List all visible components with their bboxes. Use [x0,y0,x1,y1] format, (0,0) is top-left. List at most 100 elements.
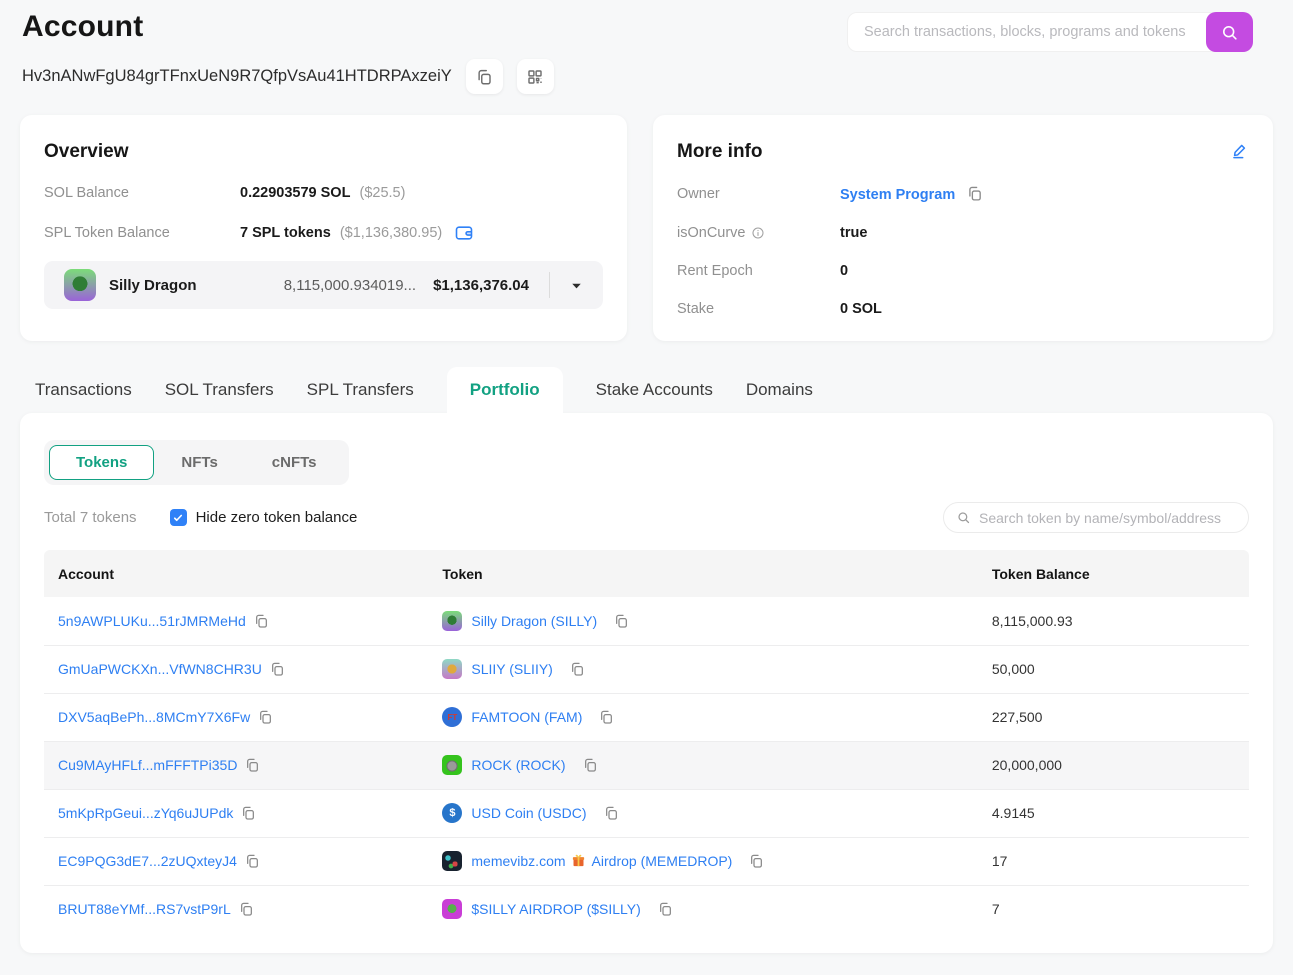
wallet-button[interactable] [454,223,474,243]
header: Account [0,0,1293,52]
table-row: 5mKpRpGeui...zYq6uJUPdk USD Coin (USDC) … [44,788,1249,837]
global-search [847,12,1253,52]
edit-button[interactable] [1230,141,1249,163]
token-link[interactable]: FAMTOON (FAM) [471,709,582,725]
is-on-curve-row: isOnCurve true [677,225,1249,241]
sliiy-token-icon [442,659,463,679]
token-link[interactable]: ROCK (ROCK) [471,757,565,773]
global-search-button[interactable] [1206,12,1253,52]
copy-token-button[interactable] [657,901,673,917]
copy-token-button[interactable] [603,805,619,821]
header-account: Account [44,550,429,597]
sol-balance-usd: ($25.5) [359,185,406,201]
silly-dragon-token-icon [442,610,463,631]
rent-epoch-value: 0 [840,263,849,279]
more-info-title: More info [677,141,763,162]
token-balance: 20,000,000 [977,740,1249,789]
tab-spl-transfers[interactable]: SPL Transfers [307,367,414,413]
copy-icon [582,757,598,773]
global-search-input[interactable] [847,12,1253,52]
account-link[interactable]: EC9PQG3dE7...2zUQxteyJ4 [58,853,237,869]
account-link[interactable]: GmUaPWCKXn...VfWN8CHR3U [58,661,262,677]
copy-icon [269,661,285,677]
copy-icon [613,613,629,629]
copy-icon [253,613,269,629]
token-list-controls: Total 7 tokens Hide zero token balance [44,502,1249,533]
copy-icon [603,805,619,821]
copy-account-button[interactable] [238,901,254,917]
silly-dragon-token-icon [64,269,96,301]
table-row: BRUT88eYMf...RS7vstP9rL $SILLY AIRDROP (… [44,884,1249,933]
copy-token-button[interactable] [613,613,629,629]
tab-stake-accounts[interactable]: Stake Accounts [596,367,713,413]
token-link[interactable]: Silly Dragon (SILLY) [471,613,597,629]
subtab-cnfts[interactable]: cNFTs [245,445,344,480]
copy-icon [569,661,585,677]
info-icon[interactable] [751,226,765,240]
token-link[interactable]: memevibz.com Airdrop (MEMEDROP) [471,853,732,869]
sol-balance-value-group: 0.22903579 SOL ($25.5) [240,185,405,201]
header-token-balance: Token Balance [977,550,1249,597]
overview-card: Overview SOL Balance 0.22903579 SOL ($25… [20,115,627,341]
divider [549,272,550,298]
silly-airdrop-token-icon [442,899,463,920]
famtoon-token-icon [442,707,463,727]
is-on-curve-label: isOnCurve [677,225,746,241]
account-link[interactable]: 5mKpRpGeui...zYq6uJUPdk [58,805,233,821]
table-row: EC9PQG3dE7...2zUQxteyJ4 memevibz.com Air… [44,836,1249,885]
hide-zero-checkbox[interactable] [169,509,187,526]
chevron-down-icon[interactable] [568,277,585,294]
summary-cards: Overview SOL Balance 0.22903579 SOL ($25… [20,115,1273,341]
token-selector-dropdown[interactable]: Silly Dragon 8,115,000.934019... $1,136,… [44,261,603,309]
subtab-tokens[interactable]: Tokens [49,445,155,480]
rent-epoch-label: Rent Epoch [677,263,753,279]
qr-code-icon [526,68,544,86]
copy-account-button[interactable] [253,613,269,629]
copy-account-button[interactable] [257,709,273,725]
usdc-token-icon [442,803,463,823]
token-link[interactable]: $SILLY AIRDROP ($SILLY) [471,901,640,917]
spl-balance-usd: ($1,136,380.95) [339,225,443,241]
copy-account-button[interactable] [244,853,260,869]
copy-icon [244,853,260,869]
subtab-nfts[interactable]: NFTs [154,445,244,480]
is-on-curve-value: true [840,225,868,241]
copy-icon [257,709,273,725]
wallet-icon [454,223,474,243]
copy-account-button[interactable] [240,805,256,821]
account-link[interactable]: BRUT88eYMf...RS7vstP9rL [58,901,231,917]
account-link[interactable]: Cu9MAyHFLf...mFFFTPi35D [58,757,237,773]
copy-token-button[interactable] [582,757,598,773]
tab-transactions[interactable]: Transactions [35,367,132,413]
copy-token-button[interactable] [598,709,614,725]
copy-address-button[interactable] [465,59,503,94]
spl-balance-value: 7 SPL tokens [240,225,331,241]
account-link[interactable]: DXV5aqBePh...8MCmY7X6Fw [58,709,250,725]
tab-sol-transfers[interactable]: SOL Transfers [165,367,274,413]
token-balance: 227,500 [977,692,1249,741]
qr-code-button[interactable] [516,59,554,94]
search-icon [1220,23,1239,42]
account-link[interactable]: 5n9AWPLUKu...51rJMRMeHd [58,613,246,629]
copy-owner-button[interactable] [966,185,983,202]
owner-link[interactable]: System Program [840,187,955,203]
token-name-prefix: memevibz.com [471,853,566,869]
copy-icon [598,709,614,725]
token-balance: 50,000 [977,644,1249,693]
copy-icon [244,757,260,773]
copy-icon [657,901,673,917]
copy-account-button[interactable] [269,661,285,677]
hide-zero-toggle[interactable]: Hide zero token balance [169,509,357,526]
tab-portfolio[interactable]: Portfolio [446,367,563,413]
copy-token-button[interactable] [569,661,585,677]
total-tokens-text: Total 7 tokens [44,509,137,526]
copy-account-button[interactable] [244,757,260,773]
copy-token-button[interactable] [748,853,764,869]
tab-domains[interactable]: Domains [746,367,813,413]
overview-title: Overview [44,141,129,162]
spl-balance-value-group: 7 SPL tokens ($1,136,380.95) [240,225,442,241]
token-link[interactable]: USD Coin (USDC) [471,805,586,821]
rock-token-icon [442,755,463,775]
token-search-input[interactable] [979,509,1236,526]
token-link[interactable]: SLIIY (SLIIY) [471,661,552,677]
